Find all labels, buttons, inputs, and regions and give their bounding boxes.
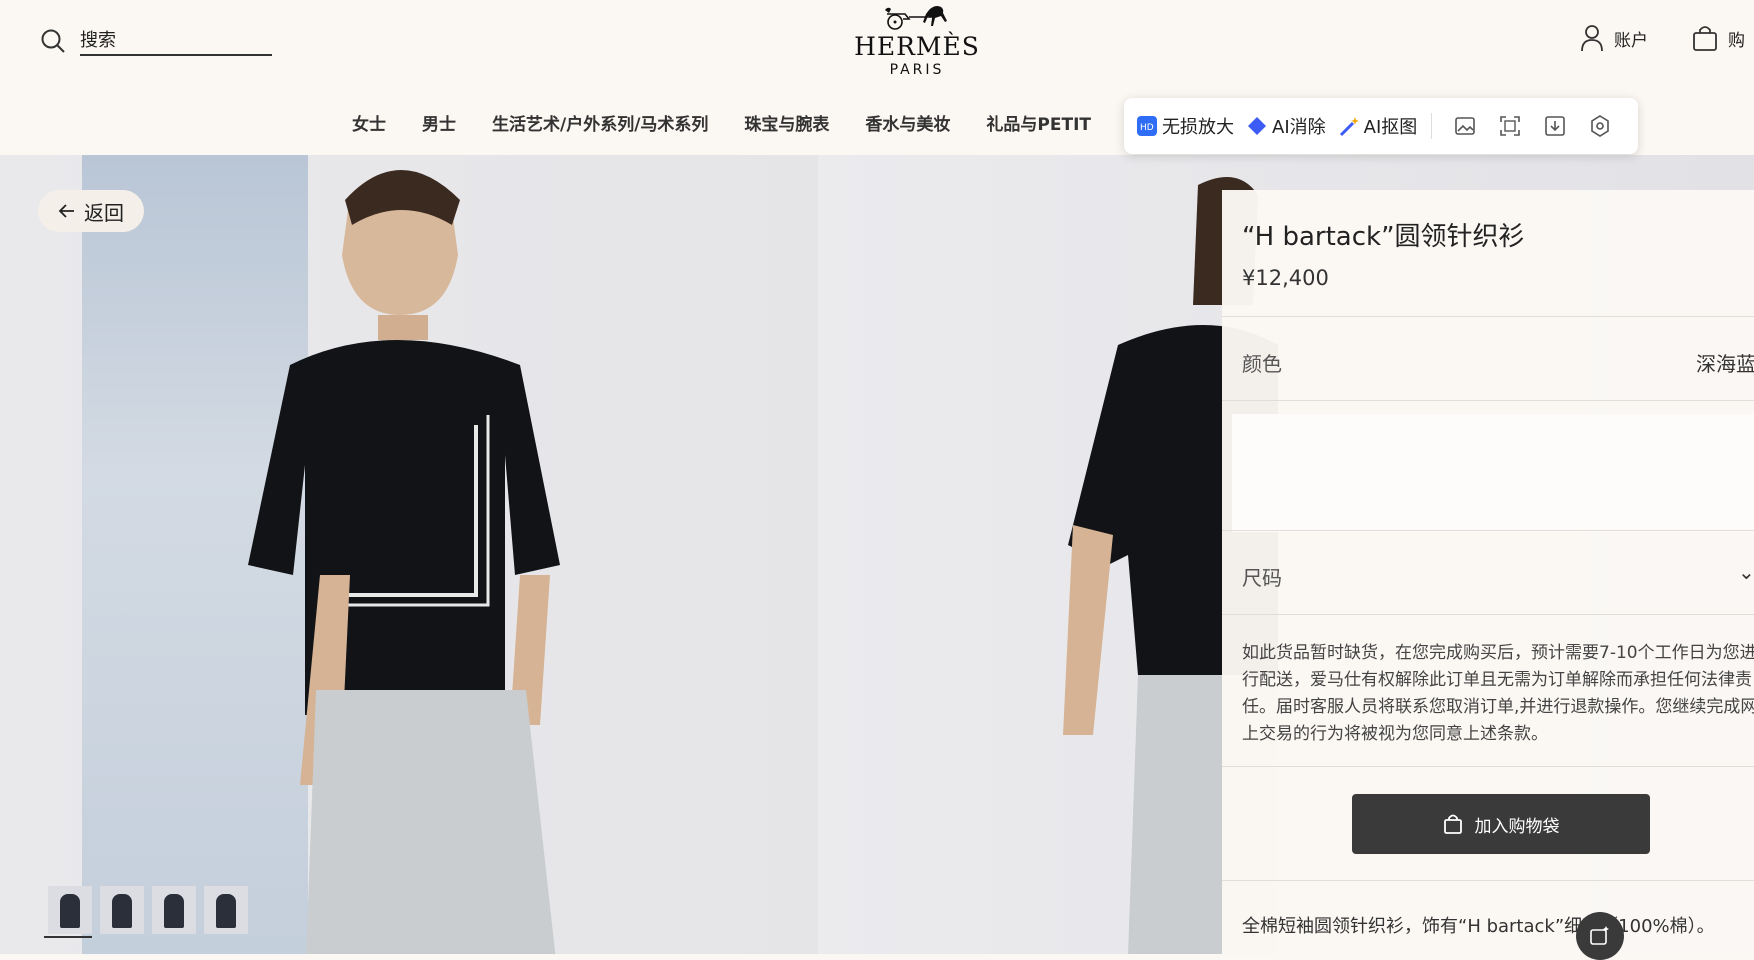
divider: [1222, 766, 1754, 767]
lossless-zoom-label: 无损放大: [1162, 117, 1234, 138]
product-description: 全棉短袖圆领针织衫，饰有“H bartack”细节（100%棉）。: [1242, 916, 1715, 937]
magic-wand-icon: [1339, 117, 1359, 137]
divider: [1222, 880, 1754, 881]
search-bar[interactable]: 搜索: [40, 26, 272, 56]
color-value[interactable]: 深海蓝: [1696, 348, 1754, 377]
shopping-bag-icon: [1693, 26, 1717, 51]
nav-item-gifts[interactable]: 礼品与PETIT: [986, 110, 1091, 135]
product-title: “H bartack”圆领针织衫: [1242, 222, 1525, 252]
thumbnail-figure: [60, 894, 80, 928]
brand-name: HERMÈS: [854, 32, 980, 61]
model-front-figure: [248, 170, 560, 954]
chevron-down-icon[interactable]: ⌄: [1738, 560, 1754, 584]
add-to-bag-button[interactable]: 加入购物袋: [1352, 794, 1650, 854]
thumbnail-1[interactable]: [48, 886, 92, 934]
active-thumbnail-indicator: [44, 936, 92, 938]
toolbar-divider: [1431, 113, 1433, 139]
arrow-left-icon: [58, 204, 74, 218]
product-price: ¥12,400: [1242, 266, 1329, 290]
search-input[interactable]: 搜索: [80, 26, 272, 56]
image-ai-float-button[interactable]: [1576, 912, 1624, 960]
settings-icon[interactable]: [1588, 114, 1612, 138]
eraser-icon: [1248, 117, 1266, 135]
image-sparkle-icon: [1590, 926, 1609, 945]
bag-label: 购: [1728, 30, 1745, 51]
thumbnail-figure: [216, 894, 236, 928]
thumbnail-3[interactable]: [152, 886, 196, 934]
divider: [1222, 316, 1754, 317]
svg-text:HD: HD: [1140, 123, 1154, 133]
color-label: 颜色: [1242, 352, 1282, 376]
shopping-bag-icon: [1443, 814, 1462, 834]
thumbnail-figure: [164, 894, 184, 928]
back-label: 返回: [84, 200, 124, 225]
ai-image-toolbar: HD 无损放大 AI消除 AI抠图: [1124, 98, 1638, 154]
search-icon[interactable]: [40, 28, 66, 54]
divider: [1222, 400, 1754, 401]
download-icon[interactable]: [1543, 114, 1567, 138]
bag-link[interactable]: 购: [1692, 24, 1745, 52]
thumbnail-4[interactable]: [204, 886, 248, 934]
product-info-panel: “H bartack”圆领针织衫 ¥12,400 颜色 深海蓝 尺码 ⌄ 如此货…: [1222, 190, 1754, 954]
image-edit-icon[interactable]: [1453, 114, 1477, 138]
divider: [1222, 614, 1754, 615]
ai-cutout-label: AI抠图: [1363, 117, 1418, 138]
ai-erase-label: AI消除: [1272, 117, 1326, 138]
ai-erase-button[interactable]: AI消除: [1246, 113, 1326, 139]
size-label: 尺码: [1242, 566, 1282, 590]
thumbnail-strip: [48, 886, 256, 934]
nav-item-jewelry-watches[interactable]: 珠宝与腕表: [744, 110, 829, 135]
brand-logo[interactable]: HERMÈS PARIS: [852, 2, 982, 78]
back-button[interactable]: 返回: [38, 190, 144, 232]
account-label: 账户: [1614, 30, 1648, 51]
nav-item-fragrance-beauty[interactable]: 香水与美妆: [865, 110, 950, 135]
color-swatch-area[interactable]: [1232, 414, 1754, 532]
divider: [1222, 530, 1754, 531]
carriage-logo-icon: [885, 6, 947, 30]
brand-city: PARIS: [889, 62, 945, 78]
account-link[interactable]: 账户: [1580, 24, 1648, 52]
user-icon: [1581, 25, 1603, 52]
nav-item-home-outdoor-equestrian[interactable]: 生活艺术/户外系列/马术系列: [492, 110, 708, 135]
nav-item-women[interactable]: 女士: [352, 110, 386, 135]
lossless-zoom-button[interactable]: HD 无损放大: [1136, 113, 1234, 139]
add-to-bag-label: 加入购物袋: [1474, 816, 1560, 837]
stock-notice: 如此货品暂时缺货，在您完成购买后，预计需要7-10个工作日为您进行配送，爱马仕有…: [1242, 643, 1754, 744]
main-nav: 女士 男士 生活艺术/户外系列/马术系列 珠宝与腕表 香水与美妆 礼品与PETI…: [352, 110, 1127, 135]
hd-icon: HD: [1137, 116, 1157, 136]
ai-cutout-button[interactable]: AI抠图: [1338, 113, 1418, 139]
nav-item-men[interactable]: 男士: [422, 110, 456, 135]
thumbnail-2[interactable]: [100, 886, 144, 934]
crop-frame-icon[interactable]: [1498, 114, 1522, 138]
thumbnail-figure: [112, 894, 132, 928]
product-image-front[interactable]: [0, 155, 818, 954]
